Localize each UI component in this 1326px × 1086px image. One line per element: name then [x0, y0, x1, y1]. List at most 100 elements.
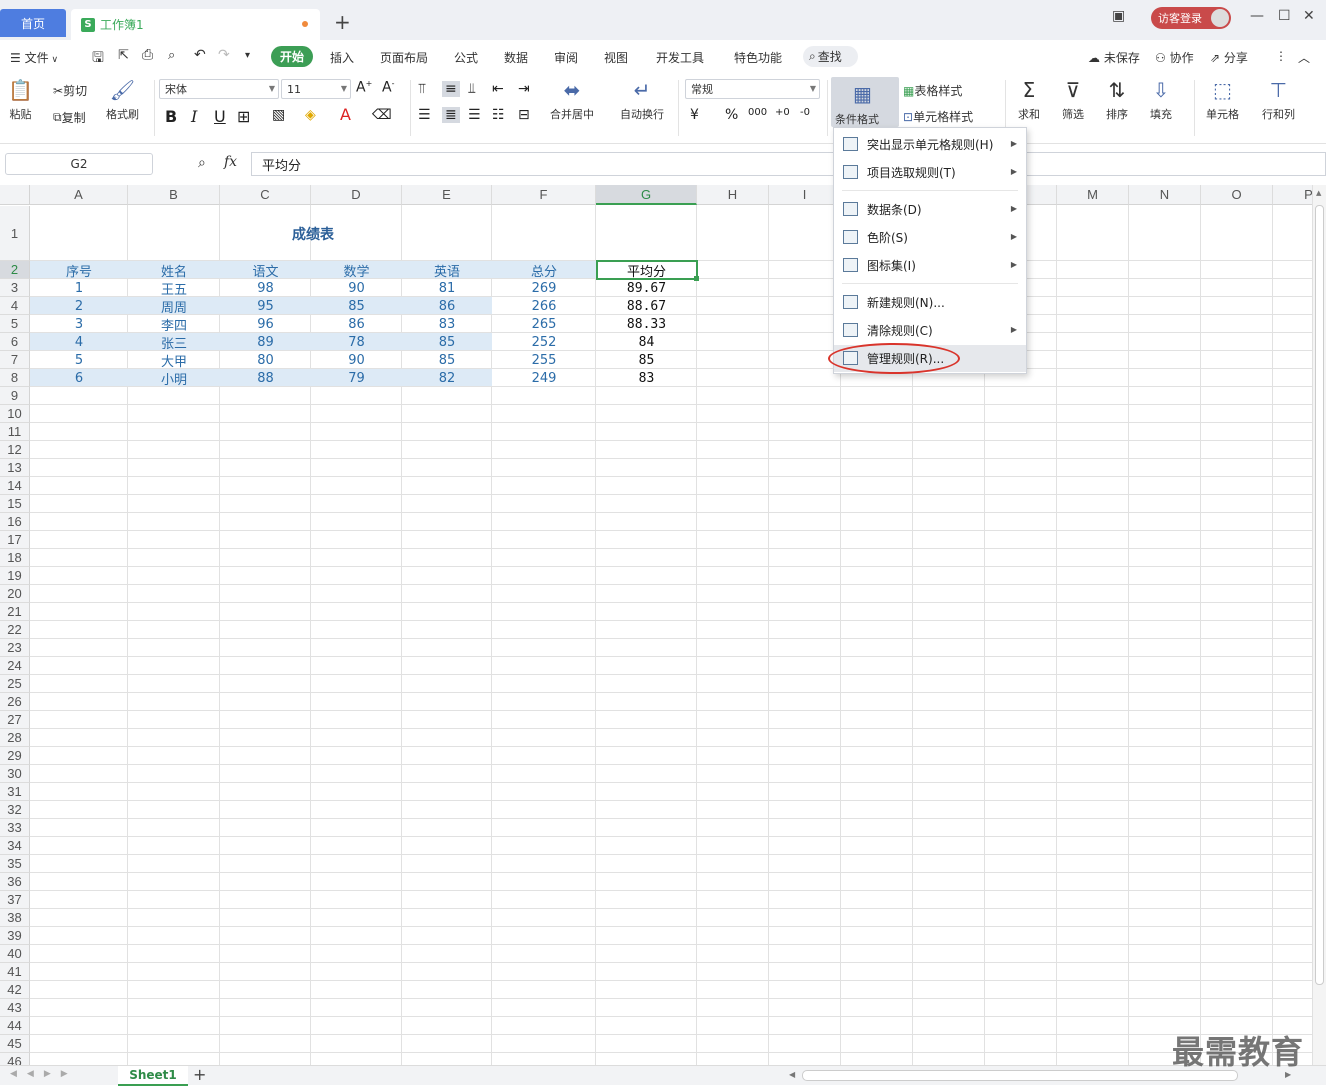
- row-header-3[interactable]: 3: [0, 279, 30, 297]
- row-header-15[interactable]: 15: [0, 495, 30, 513]
- increase-font-icon[interactable]: A+: [356, 79, 372, 96]
- tab-formula[interactable]: 公式: [454, 49, 478, 66]
- currency-button[interactable]: ¥: [690, 107, 699, 123]
- customize-icon[interactable]: ▾: [245, 50, 250, 61]
- cell-g3[interactable]: 89.67: [596, 279, 697, 297]
- wrap-text-button[interactable]: ↵ 自动换行: [620, 76, 664, 122]
- decimal-increase-icon[interactable]: +0: [775, 107, 790, 118]
- new-tab-button[interactable]: +: [334, 10, 351, 34]
- row-header-18[interactable]: 18: [0, 549, 30, 567]
- formula-input[interactable]: 平均分: [251, 152, 1326, 176]
- row-header-2[interactable]: 2: [0, 261, 30, 279]
- cell-c5[interactable]: 96: [220, 315, 311, 333]
- vertical-scrollbar[interactable]: ▲: [1312, 185, 1326, 1065]
- file-menu[interactable]: ☰ 文件 ∨: [10, 49, 58, 66]
- row-header-34[interactable]: 34: [0, 837, 30, 855]
- column-header-n[interactable]: N: [1129, 185, 1201, 205]
- paste-button[interactable]: 📋 粘贴: [8, 76, 33, 122]
- row-header-33[interactable]: 33: [0, 819, 30, 837]
- redo-icon[interactable]: ↷: [218, 47, 230, 63]
- align-right-icon[interactable]: ☰: [468, 107, 481, 123]
- tab-home[interactable]: 首页: [0, 9, 66, 37]
- print-icon[interactable]: ⎙: [142, 47, 153, 63]
- decimal-decrease-icon[interactable]: -0: [800, 107, 810, 118]
- row-header-17[interactable]: 17: [0, 531, 30, 549]
- spreadsheet-grid[interactable]: ABCDEFGHIJKLMNOP 12345678910111213141516…: [0, 185, 1312, 1065]
- row-header-45[interactable]: 45: [0, 1035, 30, 1053]
- column-header-o[interactable]: O: [1201, 185, 1273, 205]
- tab-insert[interactable]: 插入: [330, 49, 354, 66]
- row-header-11[interactable]: 11: [0, 423, 30, 441]
- login-button[interactable]: 访客登录: [1151, 7, 1231, 29]
- row-header-10[interactable]: 10: [0, 405, 30, 423]
- cell-b2[interactable]: 姓名: [128, 261, 220, 280]
- cell-c4[interactable]: 95: [220, 297, 311, 315]
- table-style-button[interactable]: ▦ 表格样式: [903, 82, 962, 99]
- row-header-21[interactable]: 21: [0, 603, 30, 621]
- vertical-scroll-thumb[interactable]: [1315, 205, 1324, 985]
- rowcol-button[interactable]: ⊤ 行和列: [1262, 76, 1295, 122]
- thousands-button[interactable]: 000: [748, 107, 767, 118]
- collab-button[interactable]: ⚇ 协作: [1155, 49, 1194, 66]
- close-button[interactable]: ✕: [1303, 8, 1315, 24]
- row-header-41[interactable]: 41: [0, 963, 30, 981]
- cell-e4[interactable]: 86: [402, 297, 492, 315]
- row-header-36[interactable]: 36: [0, 873, 30, 891]
- undo-icon[interactable]: ↶: [194, 47, 206, 63]
- row-header-40[interactable]: 40: [0, 945, 30, 963]
- menu-top-bottom-rules[interactable]: 项目选取规则(T) ▶: [834, 159, 1026, 186]
- search-button[interactable]: ⌕ 查找: [803, 46, 858, 67]
- row-header-39[interactable]: 39: [0, 927, 30, 945]
- row-header-32[interactable]: 32: [0, 801, 30, 819]
- eraser-icon[interactable]: ⌫: [372, 107, 392, 123]
- border-icon[interactable]: ⊞: [237, 107, 250, 126]
- collapse-ribbon-icon[interactable]: ︿: [1298, 49, 1310, 66]
- window-layout-icon[interactable]: ▣: [1112, 8, 1125, 24]
- fill-button[interactable]: ⇩ 填充: [1150, 76, 1172, 122]
- fill-handle[interactable]: [694, 276, 699, 281]
- row-header-43[interactable]: 43: [0, 999, 30, 1017]
- cell-b6[interactable]: 张三: [128, 333, 220, 352]
- cell-b7[interactable]: 大甲: [128, 351, 220, 370]
- font-name-select[interactable]: 宋体 ▼: [159, 79, 279, 99]
- cell-a6[interactable]: 4: [30, 333, 128, 351]
- cell-d7[interactable]: 90: [311, 351, 402, 369]
- row-header-9[interactable]: 9: [0, 387, 30, 405]
- row-header-31[interactable]: 31: [0, 783, 30, 801]
- sheet-title-cell[interactable]: 成绩表: [30, 206, 596, 261]
- share-button[interactable]: ⇗ 分享: [1210, 49, 1248, 66]
- tab-special[interactable]: 特色功能: [734, 49, 782, 66]
- column-header-g[interactable]: G: [596, 185, 697, 205]
- scroll-left-icon[interactable]: ◀: [789, 1070, 795, 1079]
- row-header-35[interactable]: 35: [0, 855, 30, 873]
- row-header-23[interactable]: 23: [0, 639, 30, 657]
- cell-e7[interactable]: 85: [402, 351, 492, 369]
- save-icon[interactable]: 🖫: [92, 47, 104, 71]
- row-header-22[interactable]: 22: [0, 621, 30, 639]
- align-top-icon[interactable]: ⫪: [418, 81, 426, 97]
- cell-c7[interactable]: 80: [220, 351, 311, 369]
- cell-button[interactable]: ⬚ 单元格: [1206, 76, 1239, 122]
- align-middle-icon[interactable]: ≡: [442, 81, 460, 97]
- column-header-c[interactable]: C: [220, 185, 311, 205]
- fx-icon[interactable]: fx: [224, 154, 237, 170]
- row-header-13[interactable]: 13: [0, 459, 30, 477]
- merge-center-button[interactable]: ⬌ 合并居中: [550, 76, 594, 122]
- cell-a7[interactable]: 5: [30, 351, 128, 369]
- row-header-7[interactable]: 7: [0, 351, 30, 369]
- row-header-5[interactable]: 5: [0, 315, 30, 333]
- justify-icon[interactable]: ☷: [492, 107, 505, 123]
- cell-c2[interactable]: 语文: [220, 261, 311, 280]
- column-header-h[interactable]: H: [697, 185, 769, 205]
- cell-g5[interactable]: 88.33: [596, 315, 697, 333]
- cell-e6[interactable]: 85: [402, 333, 492, 351]
- cell-c8[interactable]: 88: [220, 369, 311, 387]
- row-header-24[interactable]: 24: [0, 657, 30, 675]
- conditional-format-button[interactable]: ▦ 条件格式: [831, 77, 899, 127]
- column-header-a[interactable]: A: [30, 185, 128, 205]
- row-header-8[interactable]: 8: [0, 369, 30, 387]
- select-all-corner[interactable]: [0, 185, 30, 205]
- cell-e5[interactable]: 83: [402, 315, 492, 333]
- indent-increase-icon[interactable]: ⇥: [518, 81, 530, 97]
- cell-e2[interactable]: 英语: [402, 261, 492, 280]
